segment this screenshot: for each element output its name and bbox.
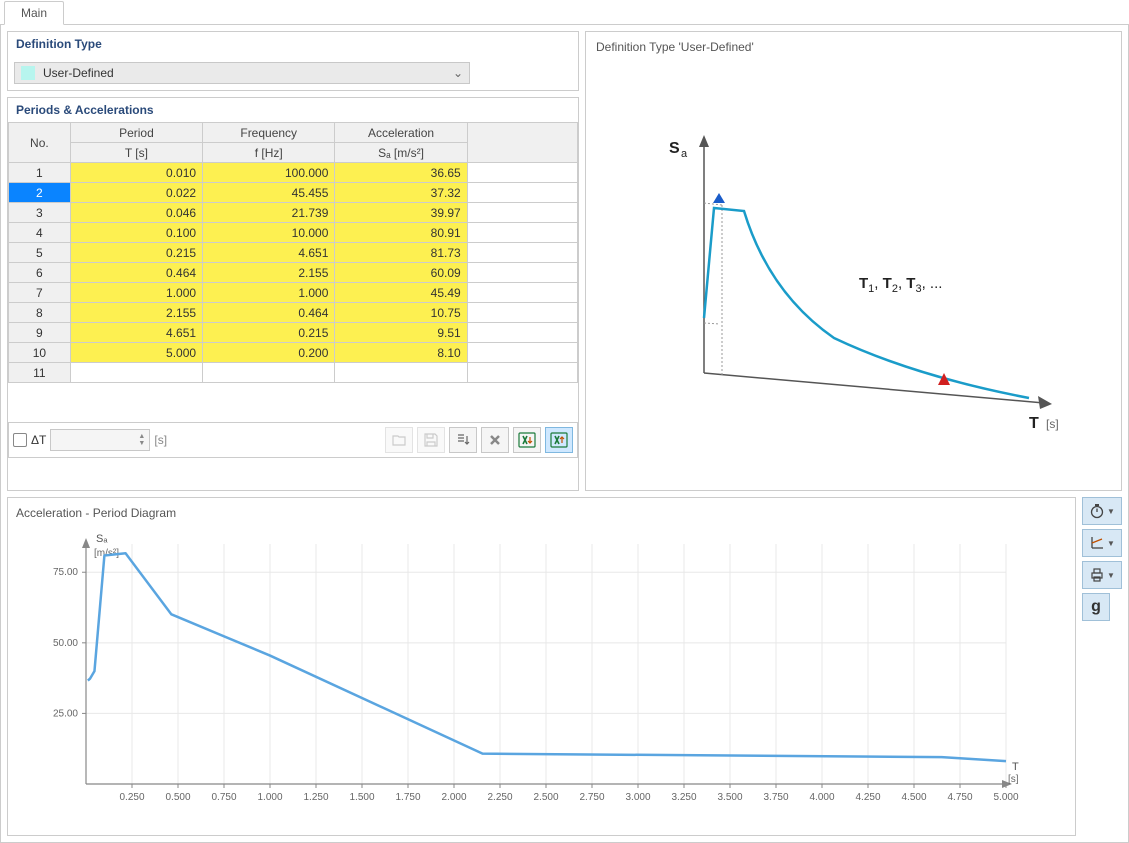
svg-text:1.000: 1.000 bbox=[257, 792, 282, 803]
svg-text:[s]: [s] bbox=[1046, 417, 1059, 431]
open-file-icon bbox=[385, 427, 413, 453]
svg-text:3.250: 3.250 bbox=[671, 792, 696, 803]
periods-panel-title: Periods & Accelerations bbox=[8, 98, 578, 122]
print-button[interactable]: ▼ bbox=[1082, 561, 1122, 589]
svg-text:3.750: 3.750 bbox=[763, 792, 788, 803]
svg-text:S: S bbox=[669, 140, 680, 157]
col-no: No. bbox=[9, 123, 71, 163]
table-toolbar: ΔT ▲▼ [s] bbox=[8, 422, 578, 458]
svg-text:1.500: 1.500 bbox=[349, 792, 374, 803]
svg-text:4.250: 4.250 bbox=[855, 792, 880, 803]
sort-icon[interactable] bbox=[449, 427, 477, 453]
svg-text:4.500: 4.500 bbox=[901, 792, 926, 803]
deltaT-spinner[interactable]: ▲▼ bbox=[50, 429, 150, 451]
svg-text:50.00: 50.00 bbox=[53, 638, 78, 649]
definition-type-title: Definition Type bbox=[8, 32, 578, 56]
svg-text:2.750: 2.750 bbox=[579, 792, 604, 803]
diagram-title: Acceleration - Period Diagram bbox=[16, 506, 1067, 520]
svg-text:0.250: 0.250 bbox=[119, 792, 144, 803]
definition-type-value: User-Defined bbox=[41, 66, 447, 80]
svg-text:2.250: 2.250 bbox=[487, 792, 512, 803]
periods-table[interactable]: No. Period Frequency Acceleration T [s] … bbox=[8, 122, 578, 422]
svg-text:Sₐ: Sₐ bbox=[96, 533, 108, 545]
svg-text:0.750: 0.750 bbox=[211, 792, 236, 803]
svg-text:4.000: 4.000 bbox=[809, 792, 834, 803]
svg-text:2.000: 2.000 bbox=[441, 792, 466, 803]
table-row[interactable]: 82.1550.46410.75 bbox=[9, 303, 578, 323]
svg-text:2.500: 2.500 bbox=[533, 792, 558, 803]
table-row[interactable]: 10.010100.00036.65 bbox=[9, 163, 578, 183]
table-row[interactable]: 30.04621.73939.97 bbox=[9, 203, 578, 223]
svg-text:T1, T2,: T1, T2, T3, ... bbox=[859, 275, 942, 295]
table-row[interactable]: 20.02245.45537.32 bbox=[9, 183, 578, 203]
svg-text:a: a bbox=[681, 148, 688, 160]
svg-text:0.500: 0.500 bbox=[165, 792, 190, 803]
axes-button[interactable]: ▼ bbox=[1082, 529, 1122, 557]
delete-icon[interactable] bbox=[481, 427, 509, 453]
deltaT-label: ΔT bbox=[31, 433, 46, 447]
svg-text:25.00: 25.00 bbox=[53, 708, 78, 719]
stopwatch-button[interactable]: ▼ bbox=[1082, 497, 1122, 525]
acceleration-period-chart: 0.250 0.500 0.750 1.000 1.250 1.500 1.750 2.000… bbox=[16, 524, 1067, 827]
table-row[interactable]: 40.10010.00080.91 bbox=[9, 223, 578, 243]
svg-text:T: T bbox=[1029, 415, 1039, 432]
svg-text:T: T bbox=[1012, 761, 1019, 773]
svg-text:4.750: 4.750 bbox=[947, 792, 972, 803]
svg-text:3.000: 3.000 bbox=[625, 792, 650, 803]
table-row[interactable]: 50.2154.65181.73 bbox=[9, 243, 578, 263]
table-row[interactable]: 94.6510.2159.51 bbox=[9, 323, 578, 343]
deltaT-checkbox[interactable]: ΔT bbox=[13, 433, 46, 447]
col-period-h1: Period bbox=[70, 123, 202, 143]
schematic-title: Definition Type 'User-Defined' bbox=[592, 38, 1115, 62]
definition-type-select[interactable]: User-Defined ⌄ bbox=[14, 62, 470, 84]
table-row[interactable]: 60.4642.15560.09 bbox=[9, 263, 578, 283]
definition-color-swatch bbox=[21, 66, 35, 80]
svg-text:1.750: 1.750 bbox=[395, 792, 420, 803]
svg-text:75.00: 75.00 bbox=[53, 567, 78, 578]
deltaT-unit: [s] bbox=[154, 433, 167, 447]
svg-text:3.500: 3.500 bbox=[717, 792, 742, 803]
col-freq-h2: f [Hz] bbox=[203, 143, 335, 163]
table-row[interactable]: 11 bbox=[9, 363, 578, 383]
col-period-h2: T [s] bbox=[70, 143, 202, 163]
tab-main[interactable]: Main bbox=[4, 1, 64, 25]
excel-import-icon[interactable] bbox=[513, 427, 541, 453]
svg-text:5.000: 5.000 bbox=[993, 792, 1018, 803]
col-freq-h1: Frequency bbox=[203, 123, 335, 143]
g-button[interactable]: g bbox=[1082, 593, 1110, 621]
col-acc-h2: Sₐ [m/s²] bbox=[335, 143, 467, 163]
svg-text:[s]: [s] bbox=[1008, 774, 1019, 785]
save-file-icon bbox=[417, 427, 445, 453]
table-row[interactable]: 105.0000.2008.10 bbox=[9, 343, 578, 363]
col-acc-h1: Acceleration bbox=[335, 123, 467, 143]
table-row[interactable]: 71.0001.00045.49 bbox=[9, 283, 578, 303]
chevron-down-icon: ⌄ bbox=[447, 66, 469, 80]
excel-export-icon[interactable] bbox=[545, 427, 573, 453]
schematic-diagram: S a T [s] bbox=[592, 62, 1115, 484]
svg-text:1.250: 1.250 bbox=[303, 792, 328, 803]
col-empty bbox=[467, 123, 577, 163]
